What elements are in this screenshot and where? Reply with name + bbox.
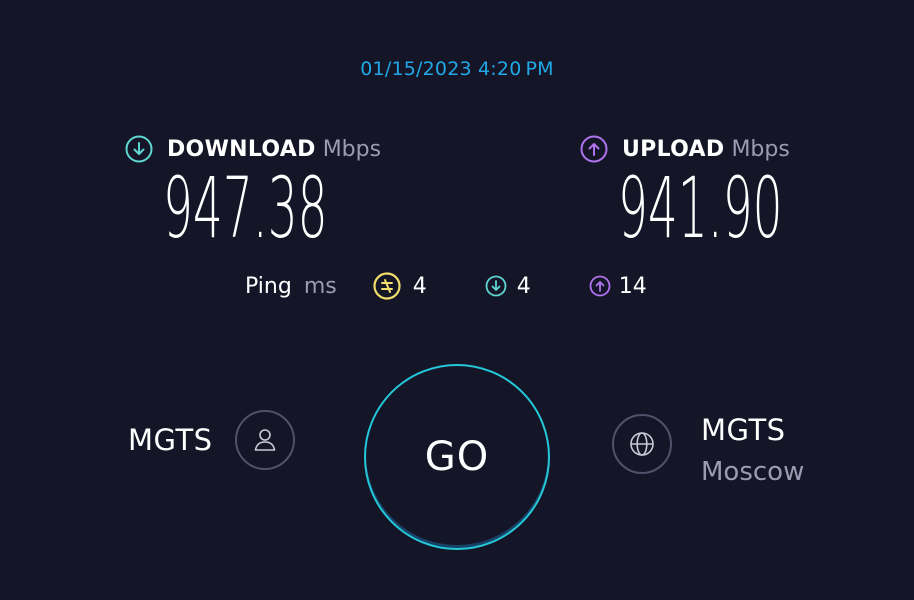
server-text: MGTS Moscow [701, 412, 804, 488]
upload-metric: UPLOAD Mbps 941.90 [580, 134, 912, 250]
upload-latency-icon [589, 275, 611, 297]
ping-idle-value: 4 [412, 273, 427, 299]
download-unit: Mbps [322, 136, 382, 162]
server-city: Moscow [701, 457, 805, 487]
ping-idle[interactable]: 4 [373, 272, 427, 300]
download-label: DOWNLOAD [167, 136, 316, 162]
user-icon[interactable] [234, 410, 295, 470]
server-name: MGTS [701, 413, 786, 447]
server-section[interactable]: MGTS Moscow [612, 412, 804, 488]
upload-label: UPLOAD [622, 136, 725, 162]
ping-download-value: 4 [516, 273, 531, 299]
download-value: 947.38 [163, 159, 328, 257]
upload-unit: Mbps [731, 136, 790, 162]
download-latency-icon [485, 275, 507, 297]
ping-download[interactable]: 4 [485, 274, 531, 299]
ping-unit: ms [303, 273, 337, 299]
ping-upload-value: 14 [618, 273, 647, 299]
download-arrow-icon [125, 135, 153, 163]
ping-label: Ping [245, 273, 292, 299]
download-metric: DOWNLOAD Mbps 947.38 [125, 134, 457, 250]
ping-upload[interactable]: 14 [589, 274, 647, 299]
speedtest-result-page: 01/15/2023 4:20 PM DOWNLOAD Mbps 947.38 [0, 0, 914, 600]
idle-latency-icon [373, 272, 401, 300]
globe-icon[interactable] [612, 414, 672, 474]
go-button[interactable]: GO [364, 364, 550, 550]
upload-arrow-icon [580, 135, 608, 163]
go-label: GO [424, 434, 490, 480]
upload-value: 941.90 [618, 159, 783, 257]
provider-name: MGTS [128, 423, 213, 457]
result-timestamp: 01/15/2023 4:20 PM [360, 58, 554, 80]
ping-row: Ping ms 4 4 14 [245, 270, 647, 302]
provider-section[interactable]: MGTS [128, 410, 295, 470]
